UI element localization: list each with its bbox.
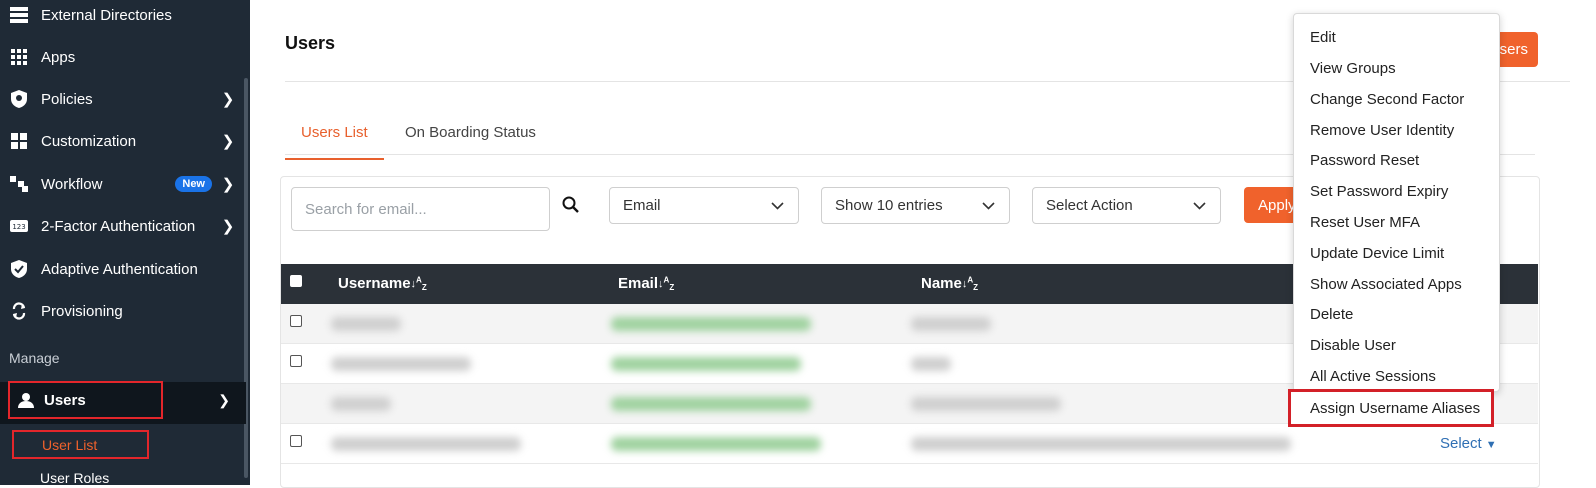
caret-down-icon: ▼ [1485,439,1497,451]
menu-item-delete[interactable]: Delete [1310,306,1353,323]
row-checkbox[interactable] [290,315,302,327]
shield-check-icon [9,259,29,279]
workflow-icon [9,174,29,194]
menu-item-all-active-sessions[interactable]: All Active Sessions [1310,368,1436,385]
chevron-down-icon [1193,199,1206,213]
grid-icon [9,47,29,67]
sidebar-item-label: Policies [41,90,93,108]
redacted-email [611,357,801,371]
column-header-email[interactable]: Email↓AZ [618,275,674,292]
action-select-value: Select Action [1046,197,1133,214]
sidebar-item-customization[interactable]: Customization ❯ [0,121,246,161]
chevron-down-icon [771,199,784,213]
sidebar-item-provisioning[interactable]: Provisioning [0,291,246,331]
sidebar-section-manage: Manage [9,350,60,366]
menu-item-password-reset[interactable]: Password Reset [1310,152,1419,169]
chevron-down-icon: ❯ [218,392,230,408]
redacted-username [331,437,521,451]
search-icon[interactable] [562,196,580,214]
sidebar-item-workflow[interactable]: Workflow New ❯ [0,164,246,204]
select-all-checkbox[interactable] [290,275,302,287]
users-highlight-box: Users [8,381,163,419]
search-input[interactable] [291,187,550,231]
redacted-email [611,317,811,331]
entries-select-value: Show 10 entries [835,197,943,214]
menu-item-set-password-expiry[interactable]: Set Password Expiry [1310,183,1448,200]
menu-item-update-device-limit[interactable]: Update Device Limit [1310,245,1444,262]
sidebar-subitem-label: User List [42,436,98,453]
sidebar-item-label: Users [44,391,86,409]
redacted-name [911,397,1061,411]
sidebar-item-label: Adaptive Authentication [41,260,198,278]
user-icon [18,392,34,408]
sidebar-item-2fa[interactable]: 123 2-Factor Authentication ❯ [0,206,246,246]
svg-text:123: 123 [12,223,25,231]
customization-icon [9,131,29,151]
redacted-name [911,357,951,371]
filter-select[interactable]: Email [609,187,799,224]
menu-item-edit[interactable]: Edit [1310,29,1336,46]
sidebar-subitem-user-list[interactable]: User List [12,430,149,459]
sort-icon: ↓AZ [658,275,675,293]
directory-icon [9,5,29,25]
redacted-email [611,397,811,411]
menu-item-assign-username-aliases[interactable]: Assign Username Aliases [1288,389,1494,427]
sort-icon: ↓AZ [961,275,979,293]
column-header-username[interactable]: Username↓AZ [338,275,427,292]
menu-item-disable-user[interactable]: Disable User [1310,337,1396,354]
sync-icon [9,301,29,321]
sidebar-item-label: Provisioning [41,302,123,320]
table-row [281,424,1538,464]
redacted-username [331,357,471,371]
sidebar-subitem-user-roles[interactable]: User Roles [40,470,109,486]
sidebar-item-label: 2-Factor Authentication [41,217,196,235]
sidebar-item-adaptive-authentication[interactable]: Adaptive Authentication [0,249,246,289]
2fa-icon: 123 [9,216,29,236]
menu-item-remove-user-identity[interactable]: Remove User Identity [1310,122,1454,139]
row-action-select[interactable]: Select ▼ [1440,435,1497,452]
sidebar-item-external-directories[interactable]: External Directories [0,0,246,35]
sidebar-item-label: Customization [41,132,137,150]
redacted-username [331,317,401,331]
action-select[interactable]: Select Action [1032,187,1221,224]
new-badge: New [175,176,212,192]
menu-item-show-associated-apps[interactable]: Show Associated Apps [1310,276,1462,293]
sidebar-item-policies[interactable]: Policies ❯ [0,79,246,119]
menu-item-view-groups[interactable]: View Groups [1310,60,1396,77]
sidebar-item-apps[interactable]: Apps [0,37,246,77]
redacted-username [331,397,391,411]
page-title: Users [285,33,336,53]
column-header-name[interactable]: Name↓AZ [921,275,978,292]
chevron-down-icon [982,199,995,213]
entries-select[interactable]: Show 10 entries [821,187,1010,224]
row-checkbox[interactable] [290,435,302,447]
sidebar: External Directories Apps Policies ❯ Cus… [0,0,250,486]
redacted-name [911,437,1291,451]
filter-select-value: Email [623,197,661,214]
user-action-menu: Edit View Groups Change Second Factor Re… [1293,13,1500,392]
policy-icon [9,89,29,109]
chevron-right-icon: ❯ [221,133,235,150]
sidebar-item-label: Workflow [41,175,103,193]
sidebar-item-label: External Directories [41,6,172,24]
redacted-name [911,317,991,331]
menu-item-change-second-factor[interactable]: Change Second Factor [1310,91,1464,108]
sidebar-item-label: Apps [41,48,76,66]
sort-icon: ↓AZ [410,275,427,293]
chevron-right-icon: ❯ [221,91,235,108]
menu-item-reset-user-mfa[interactable]: Reset User MFA [1310,214,1420,231]
redacted-email [611,437,821,451]
sidebar-item-users[interactable]: Users ❯ [0,381,246,424]
tab-on-boarding-status[interactable]: On Boarding Status [405,119,536,158]
chevron-right-icon: ❯ [221,218,235,235]
chevron-right-icon: ❯ [221,176,235,193]
row-checkbox[interactable] [290,355,302,367]
